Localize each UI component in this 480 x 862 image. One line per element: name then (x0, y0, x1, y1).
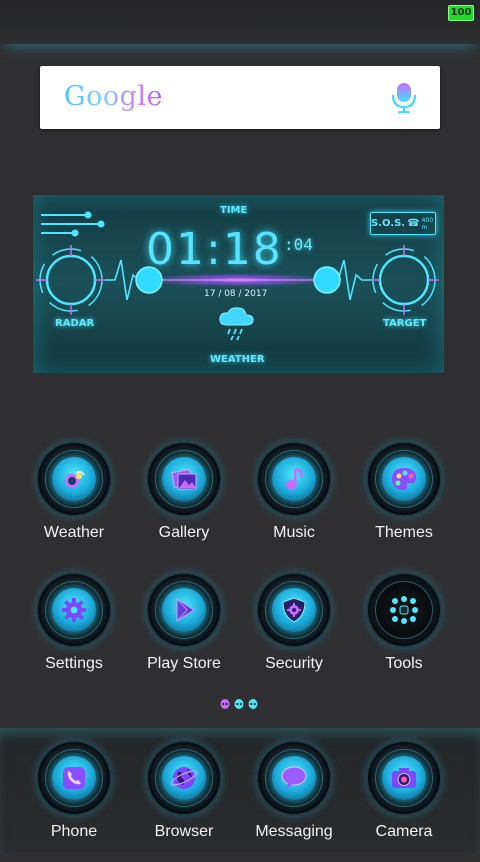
weather-label: WEATHER (210, 354, 265, 365)
app-gallery[interactable]: Gallery (129, 443, 239, 563)
settings-icon (52, 588, 96, 632)
sos-distance: 400 m (421, 216, 434, 231)
app-music[interactable]: Music (239, 443, 349, 563)
dock-messaging[interactable]: Messaging (239, 742, 349, 862)
dock-browser[interactable]: Browser (129, 742, 239, 862)
app-icon-ring (258, 443, 330, 515)
app-label: Weather (43, 524, 105, 541)
target-label: TARGET (383, 318, 427, 329)
time-label: TIME (220, 205, 248, 216)
gallery-icon (162, 457, 206, 501)
app-tools[interactable]: Tools (349, 574, 459, 694)
app-label: Browser (154, 823, 214, 840)
app-icon-ring (148, 574, 220, 646)
app-label: Themes (375, 524, 433, 541)
music-icon (272, 457, 316, 501)
clock-time: 01:18 (146, 224, 283, 275)
app-weather[interactable]: Weather (19, 443, 129, 563)
app-icon-ring (368, 574, 440, 646)
app-icon-ring (148, 742, 220, 814)
battery-indicator: 100 (448, 5, 474, 21)
weather-icon (52, 457, 96, 501)
app-icon-ring (38, 742, 110, 814)
app-icon-ring (368, 443, 440, 515)
page-dot[interactable] (234, 699, 244, 711)
page-dot[interactable] (248, 699, 258, 711)
security-icon (272, 588, 316, 632)
app-label: Camera (375, 823, 433, 840)
sos-button[interactable]: S.O.S. ☎ 400 m (370, 212, 436, 235)
google-logo: Google (64, 81, 163, 112)
clock-date: 17 / 08 / 2017 (204, 289, 268, 299)
dock: Phone Browser Messaging Camera (0, 728, 480, 853)
radar-label: RADAR (55, 318, 95, 329)
app-label: Tools (385, 655, 423, 672)
app-security[interactable]: Security (239, 574, 349, 694)
dock-camera[interactable]: Camera (349, 742, 459, 862)
google-search-bar[interactable]: Google (40, 66, 440, 129)
messaging-icon (272, 756, 316, 800)
clock-seconds: :04 (284, 235, 313, 254)
mic-icon[interactable] (390, 82, 418, 114)
camera-icon (382, 756, 426, 800)
phone-icon (52, 756, 96, 800)
phone-handset-icon: ☎ (407, 218, 420, 229)
app-label: Play Store (147, 655, 221, 672)
page-indicator[interactable] (220, 699, 262, 713)
app-label: Music (273, 524, 315, 541)
app-icon-ring (148, 443, 220, 515)
app-icon-ring (258, 742, 330, 814)
browser-icon (162, 756, 206, 800)
app-label: Settings (45, 655, 103, 672)
app-label: Messaging (255, 823, 333, 840)
tools-icon (382, 588, 426, 632)
app-label: Security (265, 655, 323, 672)
themes-icon (382, 457, 426, 501)
sos-label: S.O.S. (371, 218, 406, 229)
page-dot-active[interactable] (220, 699, 230, 711)
app-settings[interactable]: Settings (19, 574, 129, 694)
app-label: Gallery (158, 524, 210, 541)
app-icon-ring (38, 443, 110, 515)
dock-phone[interactable]: Phone (19, 742, 129, 862)
app-icon-ring (368, 742, 440, 814)
play-store-icon (162, 588, 206, 632)
app-label: Phone (50, 823, 98, 840)
clock-widget[interactable]: TIME 01:18 :04 17 / 08 / 2017 S.O.S. ☎ 4… (33, 195, 444, 373)
app-icon-ring (258, 574, 330, 646)
status-bar: 100 (0, 0, 480, 44)
app-themes[interactable]: Themes (349, 443, 459, 563)
app-play-store[interactable]: Play Store (129, 574, 239, 694)
app-icon-ring (38, 574, 110, 646)
